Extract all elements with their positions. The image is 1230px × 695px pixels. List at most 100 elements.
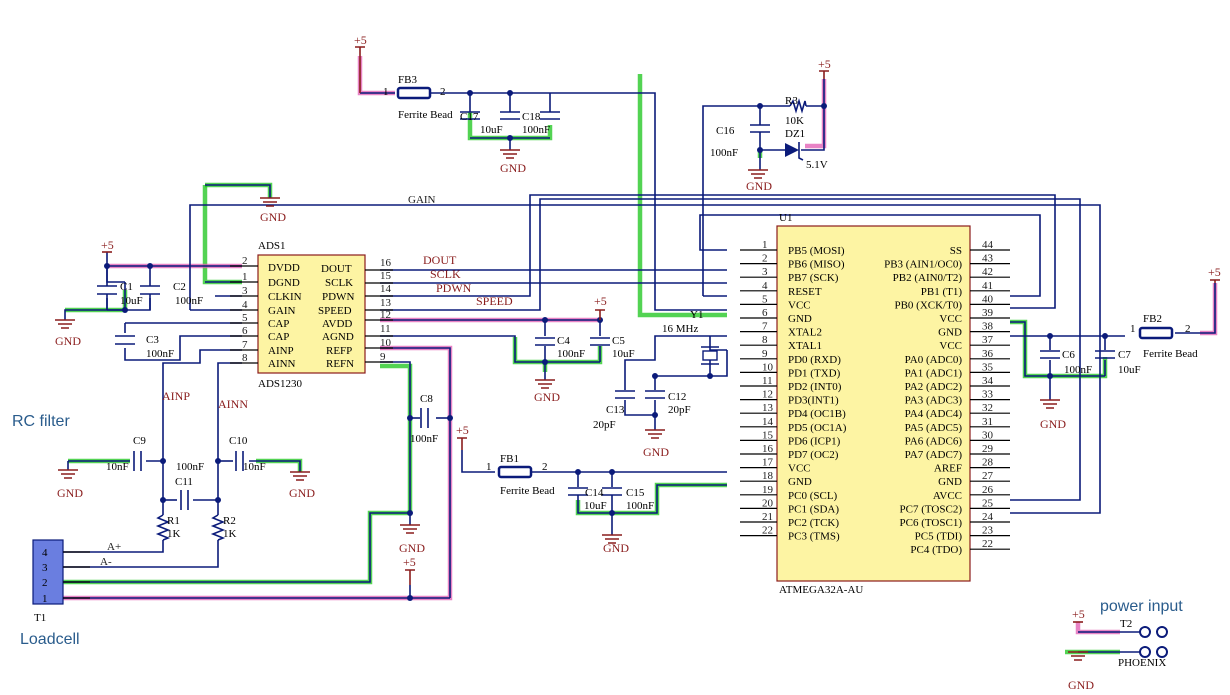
svg-text:1: 1: [486, 461, 492, 473]
atmega-pin-name: RESET: [788, 286, 822, 298]
svg-text:C16: C16: [716, 125, 735, 137]
net-highlights: [63, 56, 1218, 655]
svg-text:20pF: 20pF: [668, 404, 691, 416]
atmega-pin-name: PD7 (OC2): [788, 449, 839, 461]
svg-text:+5: +5: [456, 423, 469, 437]
atmega-pin-number: 38: [982, 321, 994, 333]
svg-text:T1: T1: [34, 612, 46, 624]
svg-text:AINN: AINN: [268, 358, 296, 370]
svg-text:SCLK: SCLK: [325, 277, 353, 289]
svg-text:Y1: Y1: [690, 309, 703, 321]
vcc-symbol: +5: [1072, 607, 1085, 623]
svg-text:+5: +5: [101, 238, 114, 252]
atmega-pin-number: 26: [982, 484, 994, 496]
atmega-pin-name: PC6 (TOSC1): [900, 517, 963, 529]
atmega-pin-number: 4: [762, 280, 768, 292]
svg-text:3: 3: [242, 285, 248, 297]
atmega-pin-number: 2: [762, 253, 768, 265]
atmega-pin-name: GND: [788, 313, 812, 325]
svg-text:C7: C7: [1118, 349, 1131, 361]
svg-text:+5: +5: [818, 57, 831, 71]
power-connector-t2[interactable]: T2 PHOENIX: [1118, 618, 1168, 669]
atmega32a-ic[interactable]: U1 ATMEGA32A-AU 1 PB5 (MOSI) 2 PB6 (MISO) 3 P…: [740, 212, 1010, 596]
fb1-ferrite-bead[interactable]: FB1 1 2 Ferrite Bead: [486, 453, 555, 497]
svg-text:C5: C5: [612, 335, 625, 347]
svg-text:GND: GND: [746, 179, 772, 193]
atmega-pin-name: VCC: [788, 463, 811, 475]
svg-text:REFN: REFN: [326, 358, 354, 370]
atmega-pin-name: PD0 (RXD): [788, 354, 841, 366]
atmega-pin-name: PA4 (ADC4): [905, 408, 963, 420]
atmega-pin-number: 25: [982, 497, 994, 509]
atmega-pin-number: 20: [762, 497, 774, 509]
atmega-pin-name: SS: [950, 245, 962, 257]
svg-text:C1: C1: [120, 281, 133, 293]
horizontal-capacitors: C8 100nF C9 10nF C10 10nF 100nF C11: [106, 393, 438, 510]
svg-text:GND: GND: [260, 210, 286, 224]
loadcell-connector-t1[interactable]: 4 3 2 1 T1: [32, 539, 90, 624]
atmega-pin-name: PA5 (ADC5): [905, 422, 963, 434]
svg-text:Ferrite Bead: Ferrite Bead: [1143, 348, 1198, 360]
svg-text:1K: 1K: [167, 528, 181, 540]
svg-text:SPEED: SPEED: [318, 305, 352, 317]
svg-text:16: 16: [380, 257, 392, 269]
gnd-symbol: GND: [534, 379, 560, 404]
atmega-pin-number: 15: [762, 429, 774, 441]
svg-text:+5: +5: [594, 294, 607, 308]
gnd-symbol: GND: [55, 319, 81, 348]
svg-text:10uF: 10uF: [1118, 364, 1141, 376]
atmega-pin-name: PD6 (ICP1): [788, 435, 841, 447]
svg-text:+5: +5: [1072, 607, 1085, 621]
svg-text:C2: C2: [173, 281, 186, 293]
gnd-symbol: GND: [289, 471, 315, 500]
svg-text:100nF: 100nF: [557, 348, 585, 360]
atmega-pin-name: PC1 (SDA): [788, 503, 839, 515]
svg-text:10nF: 10nF: [106, 461, 129, 473]
svg-text:2: 2: [42, 577, 48, 589]
svg-text:R3: R3: [785, 95, 798, 107]
atmega-pin-number: 5: [762, 293, 768, 305]
svg-text:CAP: CAP: [268, 318, 289, 330]
svg-text:GND: GND: [643, 445, 669, 459]
svg-text:C14: C14: [585, 487, 604, 499]
svg-text:C4: C4: [557, 335, 570, 347]
schematic-canvas: ADS1 ADS1230 2 1 3 4 5 6 7 8 DVDD DGND C…: [0, 0, 1230, 695]
atmega-pin-number: 37: [982, 334, 994, 346]
svg-text:5.1V: 5.1V: [806, 159, 828, 171]
atmega-pin-name: AVCC: [933, 490, 962, 502]
svg-text:GND: GND: [57, 486, 83, 500]
atmega-pin-name: PD5 (OC1A): [788, 422, 847, 434]
svg-text:100nF: 100nF: [410, 433, 438, 445]
svg-text:GND: GND: [55, 334, 81, 348]
gnd-symbol: GND: [746, 169, 772, 193]
fb2-ferrite-bead[interactable]: FB2 1 2 Ferrite Bead: [1130, 313, 1198, 360]
svg-text:+5: +5: [354, 33, 367, 47]
svg-text:1: 1: [242, 271, 248, 283]
fb3-ferrite-bead[interactable]: FB3 1 2 Ferrite Bead: [383, 74, 453, 121]
svg-text:9: 9: [380, 351, 386, 363]
svg-text:100nF: 100nF: [1064, 364, 1092, 376]
svg-text:10uF: 10uF: [612, 348, 635, 360]
svg-text:1: 1: [42, 593, 48, 605]
svg-text:100nF: 100nF: [176, 461, 204, 473]
vcc-symbol: +5: [403, 555, 416, 585]
atmega-pin-name: XTAL2: [788, 327, 822, 339]
net-label-ainn: AINN: [218, 397, 248, 411]
atmega-pin-name: VCC: [788, 299, 811, 311]
atmega-pin-number: 39: [982, 307, 994, 319]
atmega-pin-number: 6: [762, 307, 768, 319]
svg-text:C6: C6: [1062, 349, 1075, 361]
svg-text:13: 13: [380, 297, 392, 309]
svg-text:GND: GND: [603, 541, 629, 555]
svg-text:GND: GND: [399, 541, 425, 555]
svg-text:C17: C17: [460, 111, 479, 123]
atmega-pin-name: PA7 (ADC7): [905, 449, 963, 461]
svg-text:10nF: 10nF: [243, 461, 266, 473]
ads1230-ic[interactable]: ADS1 ADS1230 2 1 3 4 5 6 7 8 DVDD DGND C…: [230, 240, 393, 390]
vcc-symbol: +5: [1208, 265, 1221, 283]
svg-text:+5: +5: [403, 555, 416, 569]
svg-text:C15: C15: [626, 487, 645, 499]
svg-text:8: 8: [242, 352, 248, 364]
net-label-dout: DOUT: [423, 253, 457, 267]
note-power-input: power input: [1100, 598, 1183, 615]
